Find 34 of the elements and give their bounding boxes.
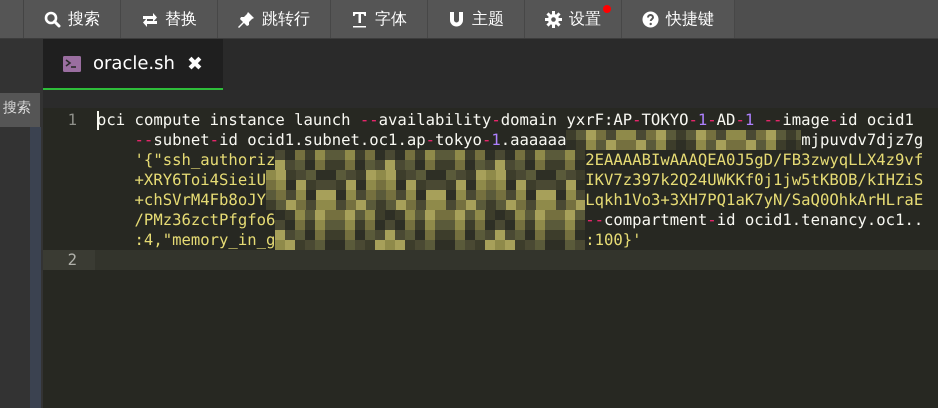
line-number: 2: [43, 250, 95, 270]
code-text: +chSVrM4Fb8oJY: [134, 190, 266, 210]
toolbar-button[interactable]: 字体: [331, 0, 428, 38]
tab-title: oracle.sh: [93, 53, 175, 74]
toolbar-button[interactable]: 替换: [121, 0, 218, 38]
code-text: :4,"memory_in_g: [134, 230, 276, 250]
repeat-icon: [141, 10, 158, 28]
pin-icon: [238, 10, 255, 28]
tooltip: 搜索: [0, 93, 40, 127]
toolbar-button[interactable]: 快捷键: [622, 0, 735, 38]
code-text: mjpuvdv7djz7g: [801, 130, 924, 150]
toolbar-button[interactable]: 设置: [525, 0, 622, 38]
font-icon: [351, 10, 368, 28]
settings-icon: [545, 10, 562, 28]
terminal-icon: [63, 56, 81, 72]
code-text: 2EAAAABIwAAAQEA0J5gD/FB3zwyqLLX4z9vf: [585, 150, 924, 170]
code-text: +XRY6Toi4SieiU: [134, 170, 266, 190]
line-number: 1: [66, 110, 78, 130]
code-text: IKV7z397k2Q24UWKKf0j1jw5tKBOB/kIHZiS: [585, 170, 924, 190]
code-text: --subnet-id ocid1.subnet.oc1.ap-tokyo-1.aaaaaa: [134, 130, 566, 150]
code-text: /PMz36zctPfgfo6: [134, 210, 276, 230]
toolbar-button[interactable]: 搜索: [24, 0, 121, 38]
toolbar-button[interactable]: 主题: [428, 0, 525, 38]
toolbar-button[interactable]: [0, 0, 24, 38]
code-text: :100}': [585, 230, 642, 250]
code-text: '{"ssh_authoriz: [134, 150, 276, 170]
code-text: Lqkh1Vo3+3XH7PQ1aK7yN/SaQ0OhkArHLraE: [585, 190, 924, 210]
close-button[interactable]: ✖: [186, 52, 203, 74]
magnet-icon: [448, 10, 465, 28]
toolbar-button[interactable]: 跳转行: [218, 0, 331, 38]
search-icon: [44, 10, 61, 28]
code-text: --compartment-id ocid1.tenancy.oc1..: [585, 210, 924, 230]
file-tab[interactable]: oracle.sh ✖: [43, 39, 223, 90]
help-icon: [642, 10, 659, 28]
